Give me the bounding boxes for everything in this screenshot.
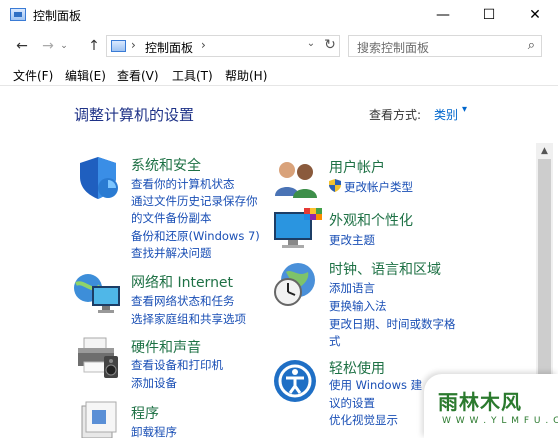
monitor-icon[interactable]	[272, 206, 322, 252]
minimize-button[interactable]: —	[420, 0, 466, 30]
address-bar[interactable]: › 控制面板 › ⌄ ↻	[106, 35, 340, 57]
menu-bar: 文件(F) 编辑(E) 查看(V) 工具(T) 帮助(H)	[0, 64, 558, 86]
link-devices-printers[interactable]: 查看设备和打印机	[131, 357, 223, 373]
printer-icon[interactable]	[74, 334, 122, 382]
watermark-url: W W W . Y L M F U . C O M	[442, 416, 558, 426]
link-uninstall-program[interactable]: 卸载程序	[131, 424, 177, 438]
view-by-caret-icon[interactable]: ▾	[462, 104, 467, 115]
link-add-language[interactable]: 添加语言	[329, 280, 375, 296]
menu-file[interactable]: 文件(F)	[13, 67, 53, 84]
title-bar: 控制面板 — ☐ ✕	[0, 0, 558, 30]
window-title: 控制面板	[33, 9, 82, 23]
link-change-input-method[interactable]: 更换输入法	[329, 298, 387, 314]
clock-globe-icon[interactable]	[272, 260, 320, 308]
search-input[interactable]: 搜索控制面板	[357, 39, 429, 56]
search-box[interactable]: 搜索控制面板 ⌕	[348, 35, 542, 57]
up-button[interactable]: ↑	[84, 36, 104, 56]
category-programs[interactable]: 程序	[131, 403, 159, 423]
programs-icon[interactable]	[76, 400, 122, 438]
ease-of-access-icon[interactable]	[272, 358, 318, 404]
maximize-button[interactable]: ☐	[466, 0, 512, 30]
link-change-date-time-format[interactable]: 更改日期、时间或数字格	[329, 316, 456, 332]
link-change-theme[interactable]: 更改主题	[329, 232, 375, 248]
menu-edit[interactable]: 编辑(E)	[65, 67, 106, 84]
breadcrumb-control-panel[interactable]: 控制面板	[145, 39, 193, 56]
breadcrumb-separator-icon[interactable]: ›	[131, 38, 136, 52]
close-button[interactable]: ✕	[512, 0, 558, 30]
search-icon[interactable]: ⌕	[528, 38, 535, 53]
network-icon[interactable]	[72, 270, 124, 318]
scroll-up-icon[interactable]: ▲	[536, 143, 553, 159]
breadcrumb-separator-icon[interactable]: ›	[201, 38, 206, 52]
category-hardware-sound[interactable]: 硬件和声音	[131, 337, 201, 357]
watermark-title: 雨林木风	[438, 390, 522, 414]
view-by-label: 查看方式:	[369, 108, 422, 122]
category-network-internet[interactable]: 网络和 Internet	[131, 272, 233, 292]
link-backup-restore[interactable]: 备份和还原(Windows 7)	[131, 228, 260, 244]
forward-button[interactable]: →	[38, 36, 58, 56]
link-windows-recommended-settings-cont[interactable]: 议的设置	[329, 395, 375, 411]
link-file-history[interactable]: 通过文件历史记录保存你	[131, 193, 258, 209]
link-add-device[interactable]: 添加设备	[131, 375, 177, 391]
category-appearance-personalization[interactable]: 外观和个性化	[329, 210, 413, 230]
page-title: 调整计算机的设置	[74, 106, 195, 124]
recent-locations-icon[interactable]: ⌄	[58, 36, 70, 56]
category-system-security[interactable]: 系统和安全	[131, 155, 201, 175]
link-optimize-visual-display[interactable]: 优化视觉显示	[329, 412, 398, 428]
category-clock-language-region[interactable]: 时钟、语言和区域	[329, 259, 441, 279]
category-user-accounts[interactable]: 用户帐户	[329, 157, 385, 177]
category-ease-of-access[interactable]: 轻松使用	[329, 358, 385, 378]
control-panel-icon	[10, 8, 26, 21]
address-control-panel-icon	[111, 40, 126, 52]
link-view-computer-status[interactable]: 查看你的计算机状态	[131, 176, 235, 192]
link-homegroup-sharing[interactable]: 选择家庭组和共享选项	[131, 311, 246, 327]
link-change-date-time-format-cont[interactable]: 式	[329, 333, 341, 349]
view-by-dropdown[interactable]: 类别	[434, 106, 458, 123]
link-troubleshoot[interactable]: 查找并解决问题	[131, 245, 212, 261]
navigation-bar: ← → ⌄ ↑ › 控制面板 › ⌄ ↻ 搜索控制面板 ⌕	[0, 32, 558, 60]
refresh-icon[interactable]: ↻	[321, 37, 339, 53]
link-windows-recommended-settings[interactable]: 使用 Windows 建	[329, 377, 422, 393]
address-dropdown-icon[interactable]: ⌄	[303, 38, 319, 49]
back-button[interactable]: ←	[12, 36, 32, 56]
menu-help[interactable]: 帮助(H)	[225, 67, 267, 84]
uac-shield-icon	[329, 179, 341, 192]
users-icon[interactable]	[272, 158, 322, 198]
link-network-status[interactable]: 查看网络状态和任务	[131, 293, 235, 309]
link-change-account-type[interactable]: 更改帐户类型	[344, 179, 413, 195]
watermark-logo: 雨林木风 W W W . Y L M F U . C O M	[424, 374, 558, 438]
menu-view[interactable]: 查看(V)	[117, 67, 159, 84]
menu-tools[interactable]: 工具(T)	[172, 67, 213, 84]
shield-icon[interactable]	[74, 154, 122, 202]
link-file-history-cont[interactable]: 的文件备份副本	[131, 210, 212, 226]
